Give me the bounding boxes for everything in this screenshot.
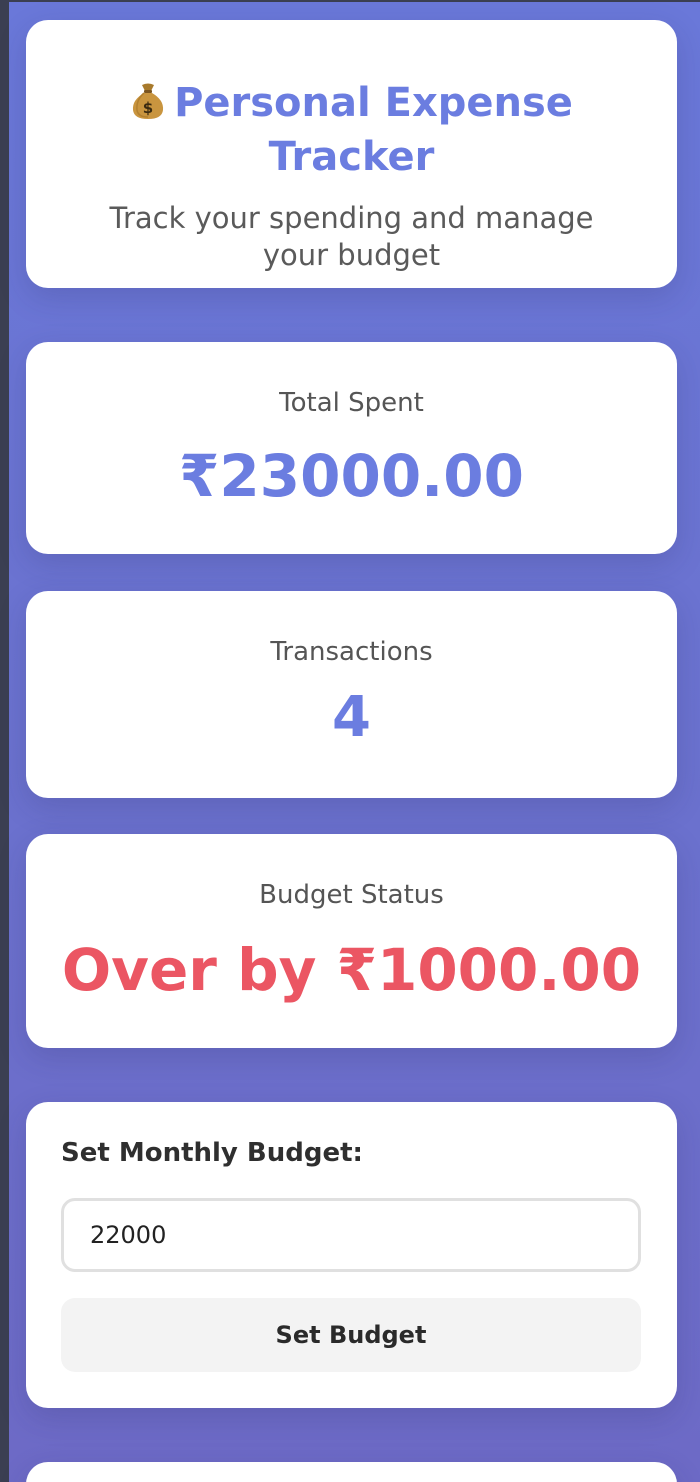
- transactions-value: 4: [332, 685, 371, 750]
- money-bag-icon: $: [132, 83, 164, 119]
- next-section-card: [26, 1462, 677, 1482]
- total-spent-card: Total Spent ₹23000.00: [26, 342, 677, 554]
- window-frame-left: [0, 0, 9, 1482]
- svg-text:$: $: [143, 99, 153, 117]
- page-subtitle: Track your spending and manage your budg…: [109, 201, 594, 272]
- budget-form-card: Set Monthly Budget: Set Budget: [26, 1102, 677, 1408]
- budget-status-card: Budget Status Over by ₹1000.00: [26, 834, 677, 1048]
- title-text: Personal Expense Tracker: [174, 80, 573, 180]
- transactions-label: Transactions: [270, 637, 433, 667]
- window-frame-top: [0, 0, 700, 2]
- transactions-card: Transactions 4: [26, 591, 677, 798]
- total-spent-label: Total Spent: [279, 388, 424, 418]
- header-card: $ Personal Expense Tracker Track your sp…: [26, 20, 677, 288]
- page-title: $ Personal Expense Tracker: [26, 76, 677, 184]
- budget-status-value: Over by ₹1000.00: [61, 936, 642, 1004]
- budget-input[interactable]: [61, 1198, 641, 1272]
- budget-form-label: Set Monthly Budget:: [61, 1138, 363, 1168]
- total-spent-value: ₹23000.00: [179, 442, 524, 510]
- set-budget-button[interactable]: Set Budget: [61, 1298, 641, 1372]
- budget-status-label: Budget Status: [259, 880, 444, 910]
